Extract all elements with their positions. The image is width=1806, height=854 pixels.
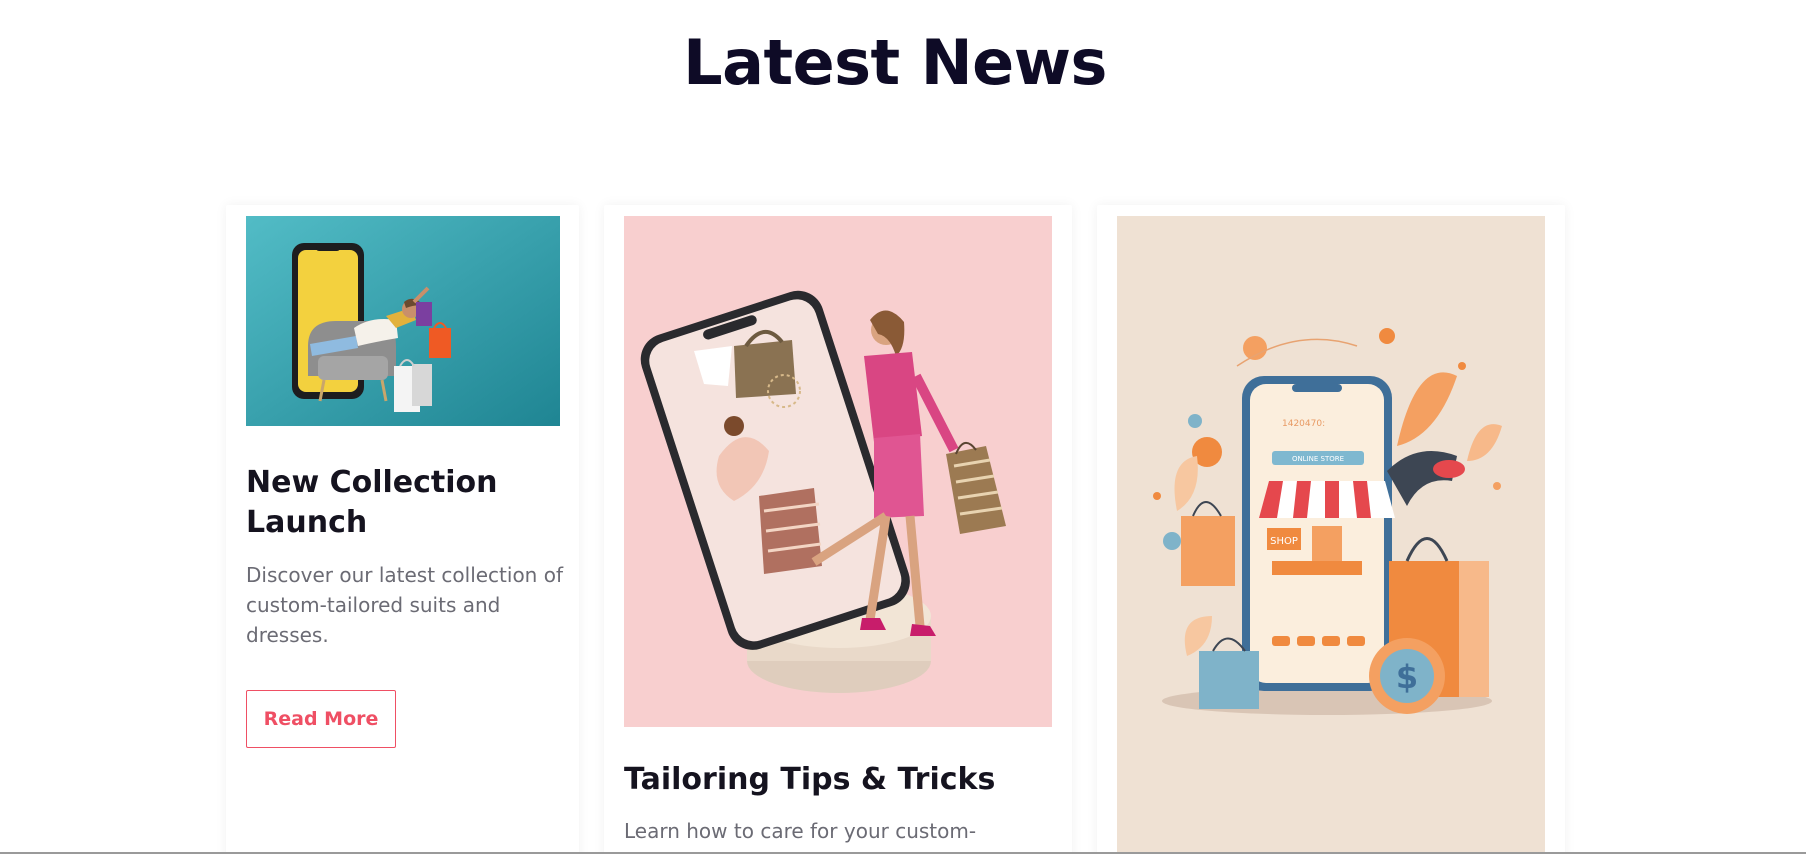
card-image-phone-fashion [624, 216, 1052, 727]
card-image-online-store: 1420470: ONLINE STORE SHOP $ [1117, 216, 1545, 854]
latest-news-page: Latest News New Collection Launch Discov… [0, 0, 1806, 854]
phone-code-text: 1420470: [1282, 419, 1325, 429]
news-card-tailoring-tips: Tailoring Tips & Tricks Learn how to car… [604, 205, 1072, 854]
svg-text:$: $ [1396, 658, 1418, 696]
news-card-online-store: 1420470: ONLINE STORE SHOP $ [1097, 205, 1565, 854]
phone-banner-text: ONLINE STORE [1292, 455, 1344, 463]
card-description: Learn how to care for your custom- [624, 819, 977, 843]
card-title: New Collection Launch [246, 465, 498, 540]
woman-stepping-out-of-phone-illustration [624, 216, 1052, 727]
section-title: Latest News [683, 26, 1107, 99]
phone-shop-sign: SHOP [1270, 536, 1298, 547]
card-image-shopping-phone [246, 216, 560, 426]
news-card-new-collection: New Collection Launch Discover our lates… [226, 205, 579, 854]
card-title: Tailoring Tips & Tricks [624, 762, 996, 797]
online-store-phone-illustration: 1420470: ONLINE STORE SHOP $ [1117, 216, 1545, 854]
woman-in-chair-phone-illustration [246, 216, 560, 426]
read-more-button[interactable]: Read More [246, 690, 396, 748]
card-description: Discover our latest collection of custom… [246, 563, 563, 647]
